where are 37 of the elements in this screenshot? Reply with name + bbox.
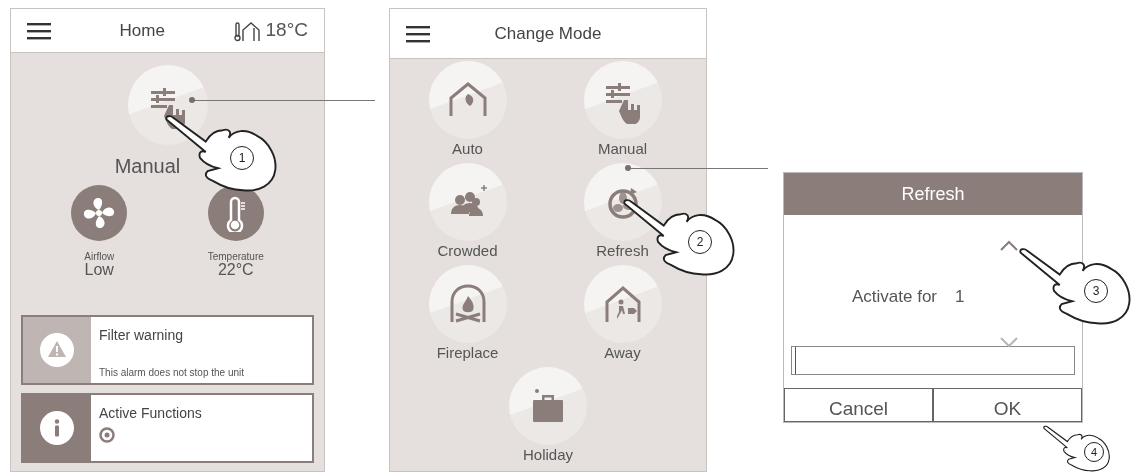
warning-icon (40, 333, 74, 367)
fan-icon (82, 196, 117, 230)
thermometer-house-icon (233, 19, 262, 42)
chevron-down-icon (999, 336, 1019, 349)
leader-dot (189, 97, 195, 103)
alert-detail: This alarm does not stop the unit (99, 366, 246, 380)
duration-value: 1 (955, 286, 965, 308)
menu-icon (406, 25, 430, 44)
screen-title: Home (118, 19, 166, 42)
mode-label: Fireplace (436, 343, 499, 363)
activate-for-label: Activate for (852, 286, 938, 308)
reading-label: Airflow (84, 251, 115, 262)
screen-title: Change Mode (493, 22, 603, 45)
leader-dot (625, 165, 631, 171)
info-icon (40, 411, 74, 445)
outdoor-temperature: 18°C (265, 18, 308, 43)
mode-label: Auto (452, 139, 483, 159)
alert-title: Active Functions (99, 404, 203, 423)
alert-title: Filter warning (99, 326, 185, 345)
mode-label: Crowded (437, 241, 498, 261)
mode-label: Manual (597, 139, 648, 159)
ok-button[interactable]: OK (933, 388, 1082, 422)
mode-label: Away (604, 343, 641, 363)
cancel-button[interactable]: Cancel (784, 388, 933, 422)
mode-label: Refresh (596, 241, 649, 261)
menu-icon (27, 22, 51, 41)
reading-value: Low (84, 262, 114, 278)
thermometer-icon (225, 194, 246, 232)
dialog-title: Refresh (784, 173, 1082, 215)
info-card[interactable]: Active Functions (21, 393, 314, 463)
current-mode-label: Manual (114, 154, 181, 179)
warning-card[interactable]: Filter warning This alarm does not stop the unit (21, 315, 314, 385)
reading-value: 22°C (217, 262, 254, 278)
reading-label: Temperature (207, 251, 264, 262)
mode-label: Holiday (523, 445, 573, 465)
chevron-up-icon (999, 239, 1019, 252)
refresh-icon (99, 427, 115, 443)
